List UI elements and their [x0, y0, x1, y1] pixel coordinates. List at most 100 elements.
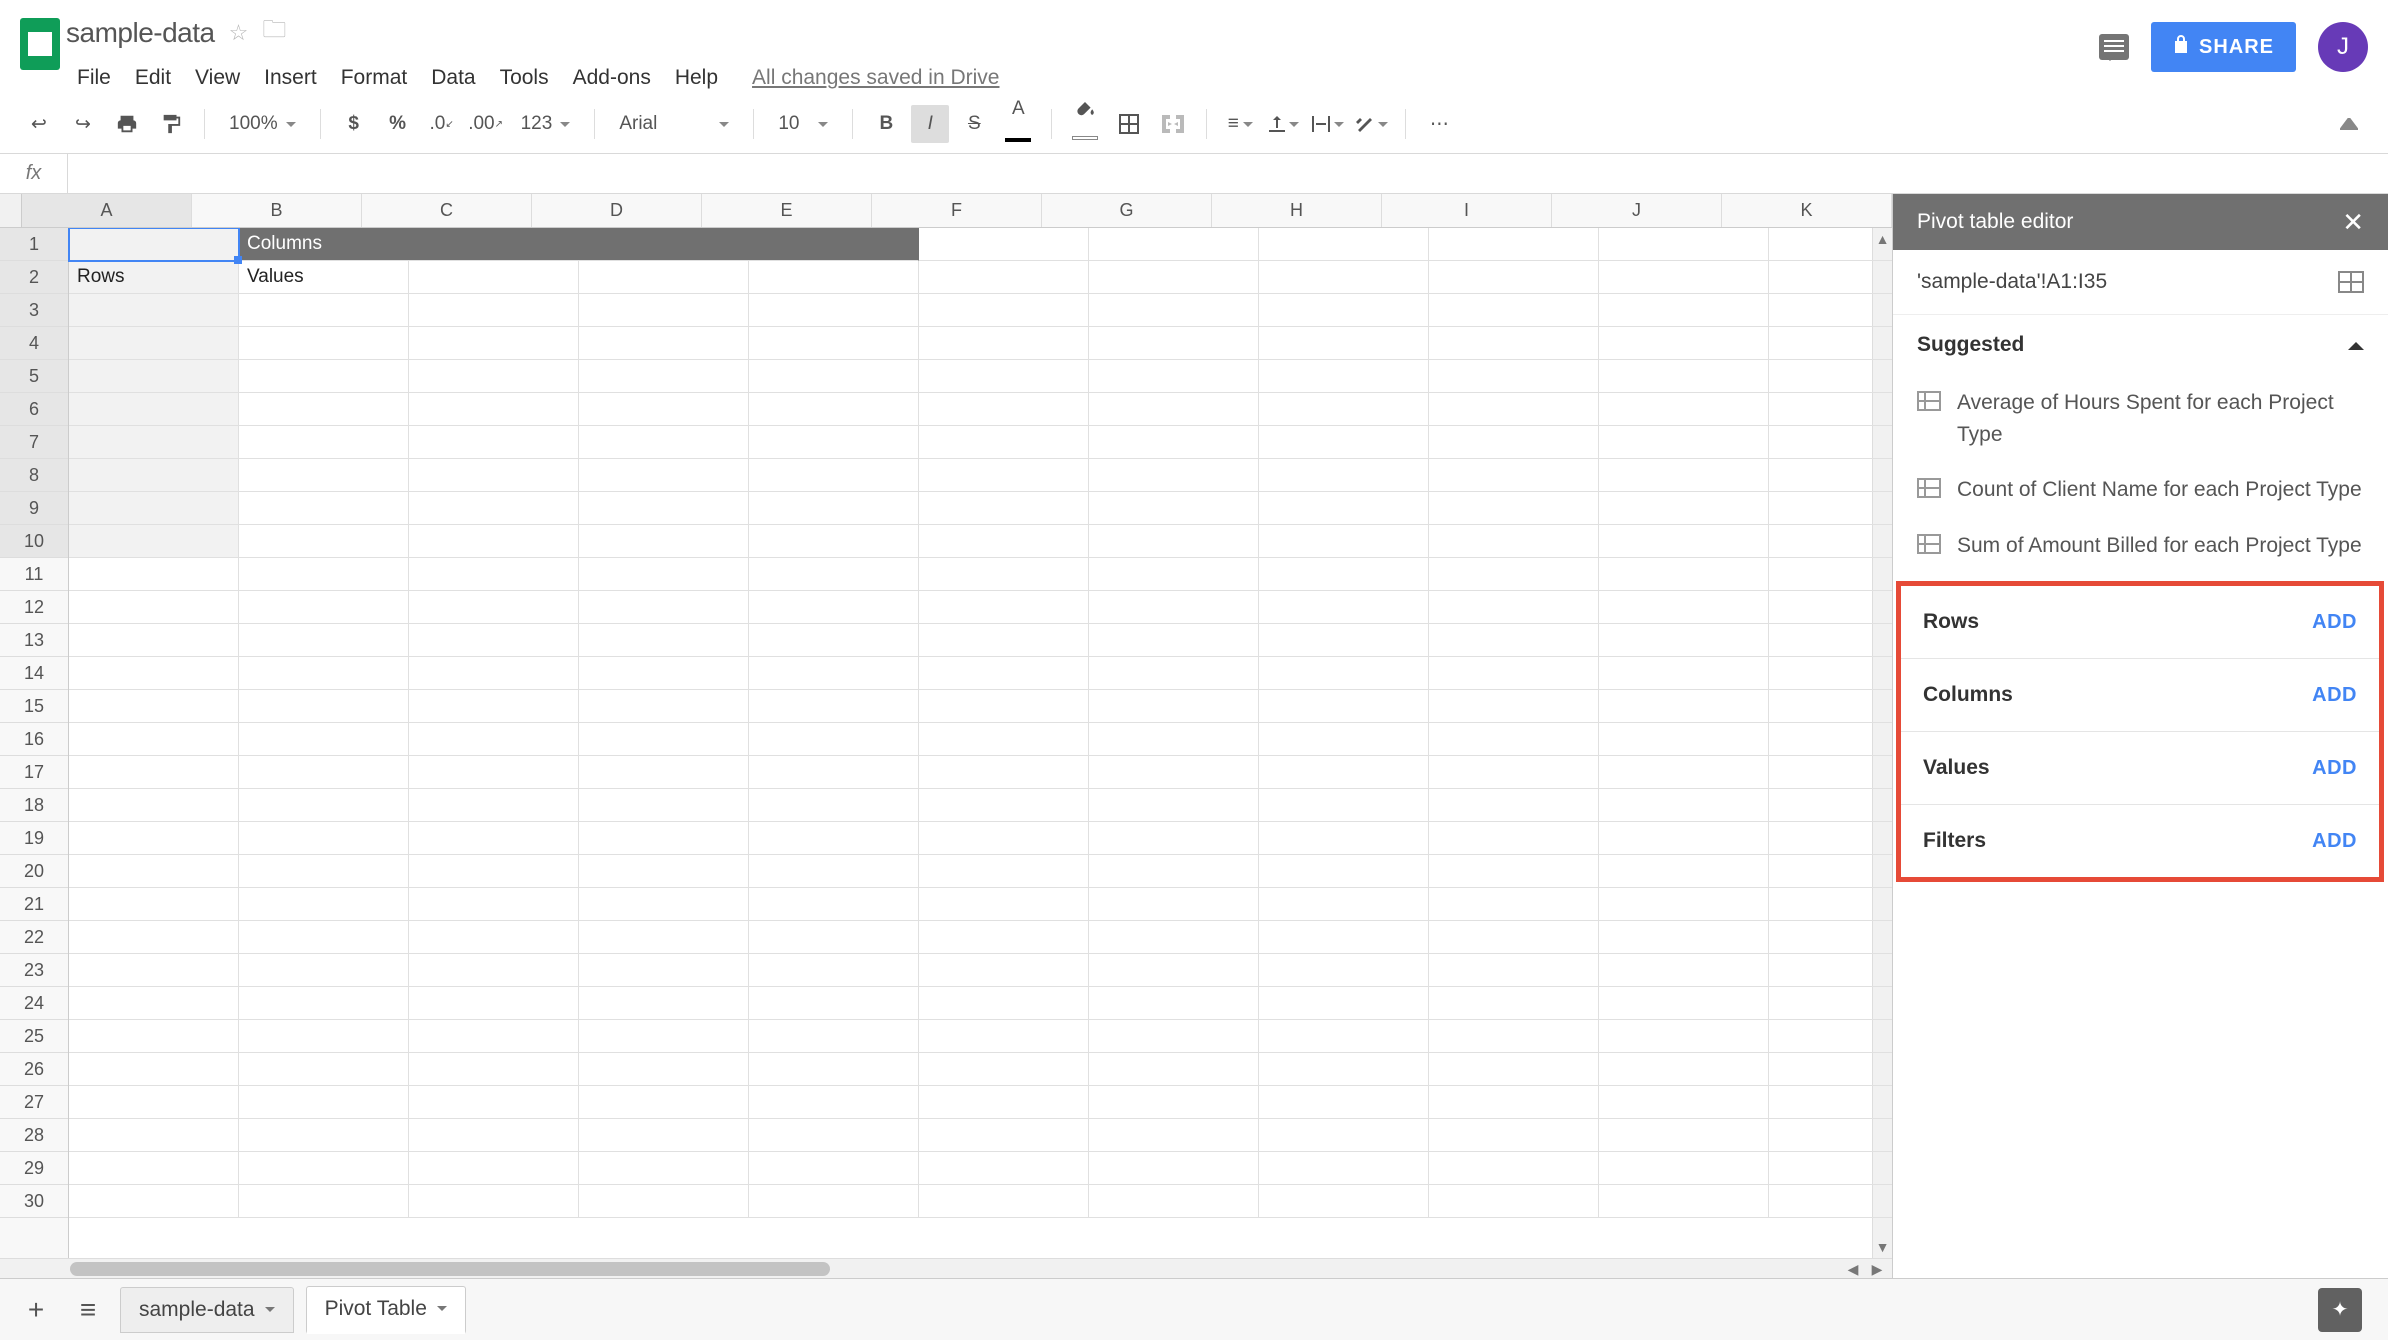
cell[interactable]	[409, 426, 579, 459]
cell[interactable]	[409, 327, 579, 360]
suggestion-item[interactable]: Sum of Amount Billed for each Project Ty…	[1893, 518, 2388, 574]
cell[interactable]	[1259, 888, 1429, 921]
cell[interactable]	[749, 591, 919, 624]
menu-help[interactable]: Help	[664, 61, 729, 95]
cell[interactable]	[409, 1185, 579, 1218]
add-columns-button[interactable]: ADD	[2312, 684, 2357, 707]
menu-insert[interactable]: Insert	[253, 61, 328, 95]
bold-button[interactable]: B	[867, 105, 905, 143]
cell[interactable]	[1089, 954, 1259, 987]
cell[interactable]	[1599, 657, 1769, 690]
cell[interactable]	[1769, 228, 1892, 261]
cell[interactable]	[749, 1020, 919, 1053]
cell[interactable]	[1769, 360, 1892, 393]
cell[interactable]	[919, 459, 1089, 492]
cell[interactable]	[1599, 723, 1769, 756]
cell[interactable]	[579, 360, 749, 393]
cell[interactable]	[919, 888, 1089, 921]
cell[interactable]	[919, 822, 1089, 855]
row-header[interactable]: 22	[0, 921, 68, 954]
text-color-button[interactable]: A	[999, 105, 1037, 143]
column-header[interactable]: D	[532, 194, 702, 227]
cell[interactable]	[579, 261, 749, 294]
cell[interactable]	[409, 888, 579, 921]
cell[interactable]	[1429, 987, 1599, 1020]
cell[interactable]	[749, 393, 919, 426]
cell[interactable]	[1429, 855, 1599, 888]
cell[interactable]	[1429, 690, 1599, 723]
cell[interactable]	[1259, 690, 1429, 723]
cell[interactable]	[239, 459, 409, 492]
all-sheets-button[interactable]: ≡	[68, 1290, 108, 1330]
cell[interactable]	[1429, 888, 1599, 921]
cell[interactable]	[1089, 987, 1259, 1020]
cell[interactable]	[1259, 360, 1429, 393]
scroll-right-icon[interactable]: ▶	[1866, 1259, 1888, 1278]
cell[interactable]	[749, 855, 919, 888]
cell[interactable]	[1429, 756, 1599, 789]
cell[interactable]	[1259, 591, 1429, 624]
cell[interactable]	[1089, 426, 1259, 459]
cell[interactable]	[749, 789, 919, 822]
cell[interactable]	[69, 690, 239, 723]
cell[interactable]	[239, 426, 409, 459]
cell[interactable]	[239, 888, 409, 921]
cell[interactable]	[409, 855, 579, 888]
cell[interactable]	[1429, 954, 1599, 987]
cell[interactable]	[579, 921, 749, 954]
cell[interactable]	[919, 954, 1089, 987]
cell[interactable]	[1259, 954, 1429, 987]
row-header[interactable]: 9	[0, 492, 68, 525]
cell[interactable]	[1089, 1152, 1259, 1185]
cell[interactable]	[1599, 987, 1769, 1020]
row-header[interactable]: 26	[0, 1053, 68, 1086]
cell[interactable]	[1259, 228, 1429, 261]
row-header[interactable]: 2	[0, 261, 68, 294]
zoom-dropdown[interactable]: 100%	[219, 105, 306, 143]
cell[interactable]	[1089, 492, 1259, 525]
cell[interactable]	[409, 723, 579, 756]
cell[interactable]	[69, 1053, 239, 1086]
cell[interactable]	[919, 360, 1089, 393]
cell[interactable]	[239, 789, 409, 822]
cell[interactable]	[919, 855, 1089, 888]
increase-decimal-button[interactable]: .00↗	[467, 105, 505, 143]
cell[interactable]	[749, 459, 919, 492]
cell[interactable]	[409, 822, 579, 855]
cell[interactable]	[1599, 1119, 1769, 1152]
cell[interactable]	[1429, 558, 1599, 591]
cell[interactable]	[1769, 426, 1892, 459]
cell[interactable]	[1259, 327, 1429, 360]
cell[interactable]	[1599, 690, 1769, 723]
row-header[interactable]: 4	[0, 327, 68, 360]
row-header[interactable]: 5	[0, 360, 68, 393]
cell[interactable]	[239, 1185, 409, 1218]
cell[interactable]	[239, 987, 409, 1020]
row-header[interactable]: 13	[0, 624, 68, 657]
cell[interactable]	[409, 459, 579, 492]
decrease-decimal-button[interactable]: .0↙	[423, 105, 461, 143]
cell[interactable]	[1429, 1152, 1599, 1185]
print-button[interactable]	[108, 105, 146, 143]
cell[interactable]	[239, 558, 409, 591]
cell[interactable]	[239, 525, 409, 558]
cell[interactable]	[579, 393, 749, 426]
cell[interactable]	[239, 855, 409, 888]
cell[interactable]	[749, 1086, 919, 1119]
cell[interactable]	[69, 987, 239, 1020]
cell[interactable]	[1089, 756, 1259, 789]
cell[interactable]	[1259, 987, 1429, 1020]
cell[interactable]	[1769, 327, 1892, 360]
cell[interactable]	[919, 426, 1089, 459]
cell[interactable]	[69, 393, 239, 426]
cell[interactable]	[1429, 525, 1599, 558]
formula-input[interactable]	[68, 154, 2388, 193]
cell[interactable]	[1259, 1119, 1429, 1152]
cell[interactable]	[1769, 756, 1892, 789]
select-range-icon[interactable]	[2338, 271, 2364, 293]
cell[interactable]	[749, 1053, 919, 1086]
cell[interactable]	[1429, 921, 1599, 954]
cell[interactable]	[1259, 393, 1429, 426]
cell[interactable]	[579, 327, 749, 360]
hscroll-thumb[interactable]	[70, 1262, 830, 1276]
